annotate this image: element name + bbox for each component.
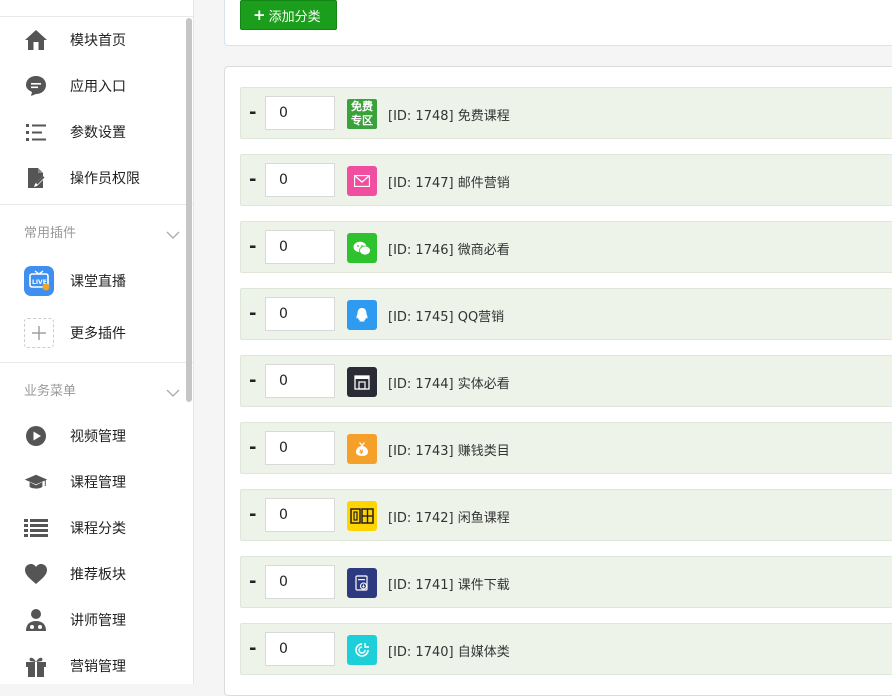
category-row: - ¥ [ID: 1743] 赚钱类目 [240,422,892,474]
category-row: - [ID: 1740] 自媒体类 [240,623,892,675]
chevron-down-icon [166,383,180,402]
category-row: - [ID: 1742] 闲鱼课程 [240,489,892,541]
category-row: - [ID: 1746] 微商必看 [240,221,892,273]
category-name: [ID: 1742] 闲鱼课程 [388,511,510,526]
category-name: [ID: 1741] 课件下载 [388,578,510,593]
sidebar-item-more-plugins[interactable]: 更多插件 [0,310,186,356]
main-content: + 添加分类 - 免费专区 [ID: 1748] 免费课程 - [ID: 174… [194,0,892,696]
teacher-icon [24,608,48,632]
category-row: - 免费专区 [ID: 1748] 免费课程 [240,87,892,139]
sort-order-input[interactable] [265,632,335,666]
sort-order-input[interactable] [265,364,335,398]
collapse-toggle[interactable]: - [249,236,256,257]
sidebar-item-label: 视频管理 [70,429,126,445]
sort-order-input[interactable] [265,297,335,331]
sidebar: 模块首页 应用入口 参数设置 操作员权限 常用插件 LIVE 课堂直播 更多插件… [0,0,194,684]
sidebar-item-marketing-management[interactable]: 营销管理 [0,643,186,689]
sidebar-item-label: 讲师管理 [70,613,126,629]
sidebar-group-common-plugins[interactable]: 常用插件 [0,211,186,251]
add-category-label: 添加分类 [268,9,321,25]
store-icon [347,367,377,397]
list-icon [24,516,48,540]
category-name: [ID: 1748] 免费课程 [388,109,510,124]
divider [0,204,193,205]
settings-list-icon [24,120,48,144]
sort-order-input[interactable] [265,498,335,532]
play-circle-icon [24,424,48,448]
sidebar-item-label: 推荐板块 [70,567,126,583]
sort-order-input[interactable] [265,96,335,130]
collapse-toggle[interactable]: - [249,102,256,123]
wechat-icon [347,233,377,263]
collapse-toggle[interactable]: - [249,638,256,659]
money-bag-icon: ¥ [347,434,377,464]
category-name: [ID: 1744] 实体必看 [388,377,510,392]
group-label: 常用插件 [24,225,77,241]
group-label: 业务菜单 [24,383,77,399]
sidebar-item-operator-permissions[interactable]: 操作员权限 [0,155,186,201]
free-zone-icon: 免费 专区 [347,99,377,129]
sidebar-group-business-menu[interactable]: 业务菜单 [0,369,186,409]
collapse-toggle[interactable]: - [249,370,256,391]
sidebar-item-teacher-management[interactable]: 讲师管理 [0,597,186,643]
plus-icon: + [253,6,266,24]
category-name: [ID: 1747] 邮件营销 [388,176,510,191]
graduation-cap-icon [24,470,48,494]
sidebar-item-app-entry[interactable]: 应用入口 [0,63,186,109]
sidebar-item-label: 应用入口 [70,79,126,95]
sort-order-input[interactable] [265,230,335,264]
category-row: - [ID: 1744] 实体必看 [240,355,892,407]
live-tv-icon: LIVE [24,266,54,296]
category-name: [ID: 1746] 微商必看 [388,243,510,258]
free-zone-icon-text: 专区 [351,114,373,127]
category-row: - [ID: 1745] QQ营销 [240,288,892,340]
sidebar-item-label: 营销管理 [70,659,126,675]
sidebar-item-label: 课堂直播 [70,274,126,290]
qq-icon [347,300,377,330]
edit-document-icon [24,166,48,190]
collapse-toggle[interactable]: - [249,437,256,458]
sidebar-item-label: 模块首页 [70,33,126,49]
envelope-icon [347,166,377,196]
sidebar-scrollbar[interactable] [186,18,192,402]
divider [0,362,193,363]
home-icon [24,28,48,52]
sidebar-item-label: 参数设置 [70,125,126,141]
free-zone-icon-text: 免费 [351,100,373,113]
sidebar-item-course-management[interactable]: 课程管理 [0,459,186,505]
sidebar-item-settings[interactable]: 参数设置 [0,109,186,155]
sidebar-item-recommend-section[interactable]: 推荐板块 [0,551,186,597]
plus-box-icon [24,318,54,348]
collapse-toggle[interactable]: - [249,169,256,190]
category-row: - [ID: 1747] 邮件营销 [240,154,892,206]
download-doc-icon [347,568,377,598]
heart-icon [24,562,48,586]
chevron-down-icon [166,225,180,244]
sidebar-item-label: 操作员权限 [70,171,140,187]
sidebar-item-label: 课程分类 [70,521,126,537]
category-row: - [ID: 1741] 课件下载 [240,556,892,608]
add-category-button[interactable]: + 添加分类 [240,0,337,30]
chat-bubble-icon [24,74,48,98]
sidebar-item-label: 课程管理 [70,475,126,491]
collapse-toggle[interactable]: - [249,303,256,324]
sidebar-item-video-management[interactable]: 视频管理 [0,413,186,459]
collapse-toggle[interactable]: - [249,504,256,525]
xianyu-icon [347,501,377,531]
gift-icon [24,654,48,678]
category-name: [ID: 1745] QQ营销 [388,310,505,325]
sidebar-item-label: 更多插件 [70,326,126,342]
sort-order-input[interactable] [265,163,335,197]
media-icon [347,635,377,665]
sidebar-item-home[interactable]: 模块首页 [0,17,186,63]
category-name: [ID: 1743] 赚钱类目 [388,444,510,459]
sort-order-input[interactable] [265,565,335,599]
sidebar-item-course-category[interactable]: 课程分类 [0,505,186,551]
category-name: [ID: 1740] 自媒体类 [388,645,510,660]
sort-order-input[interactable] [265,431,335,465]
collapse-toggle[interactable]: - [249,571,256,592]
sidebar-item-live-class[interactable]: LIVE 课堂直播 [0,258,186,304]
